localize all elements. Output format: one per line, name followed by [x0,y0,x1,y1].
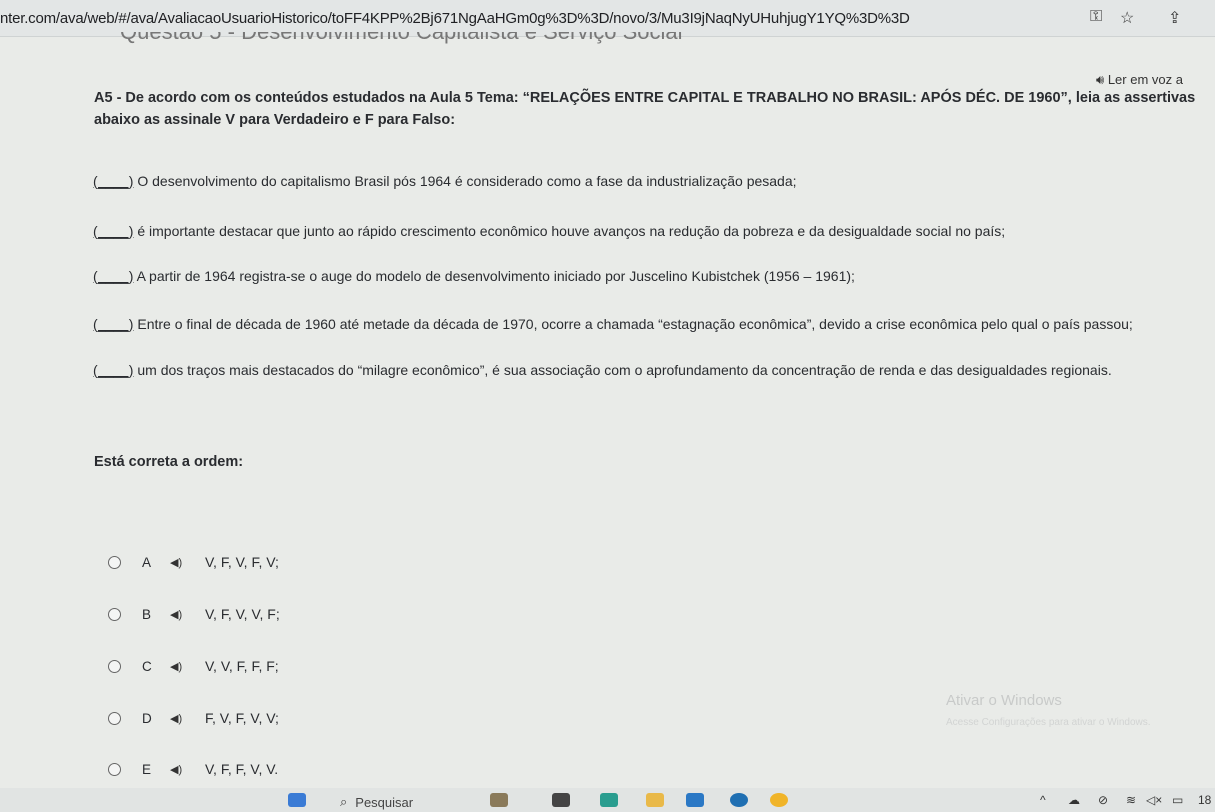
address-bar-url[interactable]: nter.com/ava/web/#/ava/AvaliacaoUsuarioH… [0,10,910,27]
search-icon: ⌕ [340,794,348,809]
widgets-icon[interactable] [288,793,306,807]
option-text: V, F, F, V, V. [205,761,279,777]
app-icon[interactable] [552,793,570,807]
section-heading-clipped: Questão 5 - Desenvolvimento Capitalista … [120,32,683,48]
option-d[interactable]: D ◀) F, V, F, V, V; [108,708,279,728]
volume-muted-icon[interactable]: ◁× [1146,793,1162,807]
option-radio[interactable] [108,607,121,621]
question-text: A5 - De acordo com os conteúdos estudado… [94,90,1196,128]
option-text: F, V, F, V, V; [205,710,279,726]
option-radio[interactable] [108,762,121,776]
option-letter: A [142,554,152,570]
windows-activation-watermark: Ativar o Windows [946,692,1062,709]
speaker-icon[interactable]: ◀) [170,763,182,776]
option-a[interactable]: A ◀) V, F, V, F, V; [108,552,279,572]
statement-text: A partir de 1964 registra-se o auge do m… [136,268,855,284]
read-aloud-label: Ler em voz a [1107,72,1183,87]
statement-3: (____) A partir de 1964 registra-se o au… [93,268,855,284]
speaker-icon[interactable]: ◀) [170,712,182,725]
search-placeholder: Pesquisar [355,794,414,810]
answer-blank: (____) [93,362,134,378]
task-view-icon[interactable] [490,793,508,807]
speaker-icon[interactable]: ◀) [170,660,182,673]
option-radio[interactable] [108,711,121,725]
taskbar: ⌕ Pesquisar ^ ☁ ⊘ ≋ ◁× ▭ 18 [0,788,1215,812]
statement-text: O desenvolvimento do capitalismo Brasil … [137,173,797,189]
app-circle-icon[interactable] [730,793,748,807]
answer-blank: (____) [93,223,134,239]
option-letter: C [142,658,152,674]
windows-activation-subtext: Acesse Configurações para ativar o Windo… [946,717,1151,728]
speaker-icon[interactable]: ◀) [170,608,182,621]
statement-text: Entre o final de década de 1960 até meta… [137,316,1133,332]
statement-2: (____) é importante destacar que junto a… [93,223,1005,239]
network-off-icon[interactable]: ⊘ [1098,793,1108,807]
edge-icon[interactable] [600,793,618,807]
key-icon[interactable]: ⚿ [1090,8,1102,26]
speaker-icon: 🔊︎ [1096,72,1105,87]
option-letter: B [142,606,152,622]
option-radio[interactable] [108,555,121,569]
option-letter: D [142,710,152,726]
answer-blank: (____) [93,268,134,284]
statement-5: (____) um dos traços mais destacados do … [93,362,1112,378]
option-b[interactable]: B ◀) V, F, V, V, F; [108,604,280,624]
statement-4: (____) Entre o final de década de 1960 a… [93,316,1133,332]
option-e[interactable]: E ◀) V, F, F, V, V. [108,759,278,779]
statement-text: um dos traços mais destacados do “milagr… [137,362,1112,378]
taskbar-search[interactable]: ⌕ Pesquisar [340,794,413,810]
option-text: V, F, V, F, V; [205,554,279,570]
clock[interactable]: 18 [1198,793,1211,807]
option-c[interactable]: C ◀) V, V, F, F, F; [108,656,279,676]
answer-blank: (____) [93,173,134,189]
answer-blank: (____) [93,316,134,332]
option-radio[interactable] [108,659,121,673]
option-text: V, V, F, F, F; [205,658,279,674]
option-text: V, F, V, V, F; [205,606,280,622]
answer-prompt: Está correta a ordem: [94,454,244,470]
wifi-icon[interactable]: ≋ [1126,793,1136,807]
speaker-icon[interactable]: ◀) [170,556,182,569]
star-icon[interactable]: ☆ [1120,8,1134,28]
store-icon[interactable] [686,793,704,807]
cloud-icon[interactable]: ☁ [1068,793,1080,807]
option-letter: E [142,761,152,777]
statement-1: (____) O desenvolvimento do capitalismo … [93,173,797,189]
file-explorer-icon[interactable] [646,793,664,807]
chrome-icon[interactable] [770,793,788,807]
chevron-up-icon[interactable]: ^ [1040,793,1046,807]
share-icon[interactable]: ⇪ [1168,8,1181,28]
battery-icon[interactable]: ▭ [1172,793,1183,807]
statement-text: é importante destacar que junto ao rápid… [137,223,1006,239]
read-aloud-button[interactable]: 🔊︎ Ler em voz a [1096,72,1183,88]
